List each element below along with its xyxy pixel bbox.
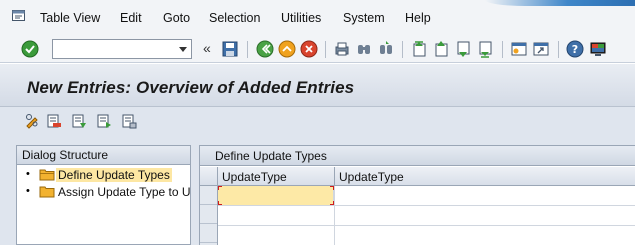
find-icon[interactable] xyxy=(355,40,373,58)
menu-goto[interactable]: Goto xyxy=(163,11,190,25)
page-title: New Entries: Overview of Added Entries xyxy=(27,78,355,97)
select-all-icon[interactable] xyxy=(71,113,87,129)
table-row[interactable] xyxy=(218,226,635,245)
menu-system[interactable]: System xyxy=(343,11,385,25)
next-page-icon[interactable] xyxy=(454,40,472,58)
tree-item-assign-update-type[interactable]: • Assign Update Type to U xyxy=(17,183,191,200)
focus-corner xyxy=(218,186,222,190)
row-selector-column xyxy=(200,167,218,245)
focus-corner xyxy=(218,201,222,205)
first-page-icon[interactable] xyxy=(410,40,428,58)
table-caption: Define Update Types xyxy=(200,146,635,166)
sap-menu-icon[interactable] xyxy=(12,9,26,23)
select-all-rows-button[interactable] xyxy=(200,167,217,186)
standard-toolbar: « ? xyxy=(0,36,635,63)
menu-utilities[interactable]: Utilities xyxy=(281,11,321,25)
svg-text:?: ? xyxy=(572,43,578,56)
customize-layout-icon[interactable] xyxy=(589,40,607,58)
menu-bar: Table View Edit Goto Selection Utilities… xyxy=(0,0,635,36)
command-input[interactable] xyxy=(53,40,171,58)
menu-selection[interactable]: Selection xyxy=(209,11,260,25)
brand-accent xyxy=(485,0,635,6)
toolbar-separator xyxy=(402,41,403,58)
update-type-input[interactable] xyxy=(218,186,334,205)
menu-table-view[interactable]: Table View xyxy=(40,11,100,25)
row-selector[interactable] xyxy=(200,224,217,243)
menu-edit[interactable]: Edit xyxy=(120,11,142,25)
bullet-icon: • xyxy=(26,168,30,180)
previous-page-icon[interactable] xyxy=(432,40,450,58)
find-next-icon[interactable] xyxy=(377,40,395,58)
column-divider xyxy=(334,186,335,245)
cancel-icon[interactable] xyxy=(300,40,318,58)
column-header-updatetype[interactable]: UpdateType xyxy=(218,167,335,186)
save-icon[interactable] xyxy=(221,40,239,58)
command-field[interactable] xyxy=(52,39,192,59)
row-selector[interactable] xyxy=(200,186,217,205)
collapse-command-field-icon[interactable]: « xyxy=(203,40,211,56)
create-session-icon[interactable] xyxy=(510,40,528,58)
bullet-icon: • xyxy=(26,185,30,197)
help-icon[interactable]: ? xyxy=(566,40,584,58)
column-header-updatetype-text[interactable]: UpdateType xyxy=(335,167,635,186)
folder-open-icon xyxy=(39,169,55,181)
back-icon[interactable] xyxy=(256,40,274,58)
application-toolbar xyxy=(0,107,635,137)
last-page-icon[interactable] xyxy=(476,40,494,58)
print-icon[interactable] xyxy=(333,40,351,58)
dialog-structure-header: Dialog Structure xyxy=(17,146,190,165)
toolbar-separator xyxy=(502,41,503,58)
exit-icon[interactable] xyxy=(278,40,296,58)
folder-icon xyxy=(39,186,55,198)
update-types-table: Define Update Types UpdateType UpdateTyp… xyxy=(199,145,635,245)
table-row[interactable] xyxy=(218,206,635,226)
row-selector[interactable] xyxy=(200,205,217,224)
toolbar-separator xyxy=(558,41,559,58)
tree-item-label: Assign Update Type to U xyxy=(58,185,191,199)
select-block-icon[interactable] xyxy=(96,113,112,129)
dialog-structure-panel: Dialog Structure • Define Update Types •… xyxy=(16,145,191,245)
menu-help[interactable]: Help xyxy=(405,11,431,25)
table-row xyxy=(218,186,635,206)
toolbar-separator xyxy=(247,41,248,58)
tree-item-define-update-types[interactable]: • Define Update Types xyxy=(17,166,190,183)
change-display-icon[interactable] xyxy=(24,113,40,129)
toolbar-separator xyxy=(325,41,326,58)
chevron-down-icon[interactable] xyxy=(179,47,187,52)
delete-icon[interactable] xyxy=(46,113,62,129)
shortcut-icon[interactable] xyxy=(532,40,550,58)
tree-item-label: Define Update Types xyxy=(56,168,172,182)
enter-icon[interactable] xyxy=(21,40,39,58)
deselect-all-icon[interactable] xyxy=(121,113,137,129)
title-bar: New Entries: Overview of Added Entries xyxy=(0,63,635,107)
